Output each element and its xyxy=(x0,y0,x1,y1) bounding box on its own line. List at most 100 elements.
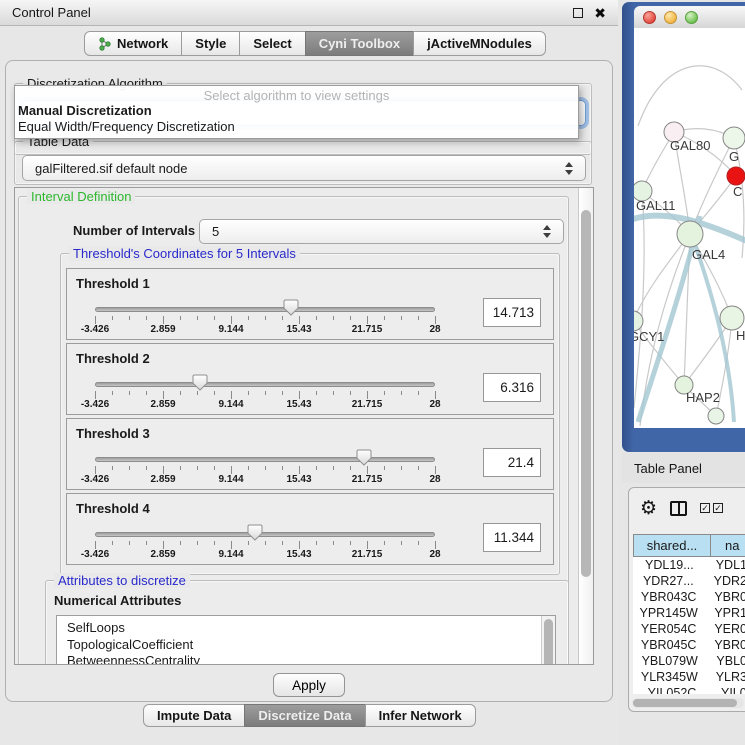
apply-button[interactable]: Apply xyxy=(273,673,345,697)
horizontal-scrollbar[interactable] xyxy=(632,698,744,708)
minimize-traffic-light-icon[interactable] xyxy=(664,11,677,24)
table-panel-window: ⚙ ✓ ✓ shared... na YDL19...YDL1YDR27...Y… xyxy=(628,487,745,712)
attribute-item[interactable]: SelfLoops xyxy=(67,620,555,637)
threshold-value-field[interactable]: 6.316 xyxy=(483,373,541,402)
slider-handle-icon[interactable] xyxy=(247,524,263,541)
table-row[interactable]: YDR27...YDR2 xyxy=(633,573,745,589)
network-node[interactable] xyxy=(720,306,744,330)
column-header-name[interactable]: na xyxy=(711,534,745,557)
table-row[interactable]: YDL19...YDL1 xyxy=(633,557,745,573)
threshold-value-field[interactable]: 14.713 xyxy=(483,298,541,327)
table-row[interactable]: YLR345WYLR3 xyxy=(633,669,745,685)
tick-mark xyxy=(146,541,147,545)
float-window-icon[interactable] xyxy=(573,8,583,18)
tab-jactivemnodules[interactable]: jActiveMNodules xyxy=(413,31,546,56)
threshold-value-field[interactable]: 11.344 xyxy=(483,523,541,552)
select-columns-icons[interactable]: ✓ ✓ xyxy=(700,503,723,513)
tick-mark xyxy=(265,316,266,320)
tick-mark xyxy=(282,541,283,545)
tick-label: -3.426 xyxy=(81,324,109,335)
tab-style[interactable]: Style xyxy=(181,31,240,56)
table-data-combobox[interactable]: galFiltered.sif default node xyxy=(22,155,586,181)
slider-ticks xyxy=(95,541,435,549)
zoom-traffic-light-icon[interactable] xyxy=(685,11,698,24)
table-row[interactable]: YBR043CYBR0 xyxy=(633,589,745,605)
num-intervals-combobox[interactable]: 5 xyxy=(199,219,564,244)
dropdown-option-manual[interactable]: Manual Discretization xyxy=(15,103,578,119)
combo-value: galFiltered.sif default node xyxy=(35,161,187,176)
tick-label: 9.144 xyxy=(218,549,243,560)
tick-mark xyxy=(129,316,130,320)
network-node[interactable] xyxy=(723,127,745,149)
tick-mark xyxy=(316,316,317,320)
slider-track[interactable] xyxy=(95,532,435,537)
attributes-listbox[interactable]: SelfLoopsTopologicalCoefficientBetweenne… xyxy=(56,615,556,665)
checkbox-icon[interactable]: ✓ xyxy=(713,503,723,513)
tick-mark xyxy=(401,391,402,395)
slider-ticks xyxy=(95,391,435,399)
table-row[interactable]: YER054CYER0 xyxy=(633,621,745,637)
tick-mark xyxy=(248,466,249,470)
gear-icon[interactable]: ⚙ xyxy=(640,499,657,518)
slider-track[interactable] xyxy=(95,457,435,462)
node-label: GAL80 xyxy=(670,138,710,153)
threshold-slider-2[interactable]: -3.4262.8599.14415.4321.71528 xyxy=(95,344,435,416)
table-row[interactable]: YPR145WYPR1 xyxy=(633,605,745,621)
attribute-item[interactable]: TopologicalCoefficient xyxy=(67,637,555,654)
threshold-panel-1: Threshold 1 -3.4262.8599.14415.4321.7152… xyxy=(66,268,554,340)
tick-mark xyxy=(231,541,232,549)
tab-network[interactable]: Network xyxy=(84,31,182,56)
dropdown-option-equal-width[interactable]: Equal Width/Frequency Discretization xyxy=(15,119,578,135)
attribute-item[interactable]: BetweennessCentrality xyxy=(67,653,555,665)
tab-label: Cyni Toolbox xyxy=(319,36,400,51)
tab-select[interactable]: Select xyxy=(239,31,305,56)
vertical-scrollbar[interactable] xyxy=(578,188,593,664)
tick-mark xyxy=(350,466,351,470)
table-cell: YER054C xyxy=(633,622,704,636)
tab-impute-data[interactable]: Impute Data xyxy=(143,704,245,727)
tab-cyni-toolbox[interactable]: Cyni Toolbox xyxy=(305,31,414,56)
slider-handle-icon[interactable] xyxy=(283,299,299,316)
slider-handle-icon[interactable] xyxy=(356,449,372,466)
table-row[interactable]: YBL079WYBL0 xyxy=(633,653,745,669)
threshold-slider-1[interactable]: -3.4262.8599.14415.4321.71528 xyxy=(95,269,435,341)
group-title: Attributes to discretize xyxy=(54,573,190,588)
network-node[interactable] xyxy=(677,221,703,247)
tick-mark xyxy=(214,466,215,470)
scrollbar-thumb[interactable] xyxy=(581,210,591,577)
threshold-panel-3: Threshold 3 -3.4262.8599.14415.4321.7152… xyxy=(66,418,554,490)
table-panel-title: Table Panel xyxy=(634,461,702,476)
slider-track[interactable] xyxy=(95,382,435,387)
tick-mark xyxy=(180,391,181,395)
checkbox-icon[interactable]: ✓ xyxy=(700,503,710,513)
tick-mark xyxy=(333,391,334,395)
scrollbar-thumb[interactable] xyxy=(633,699,737,707)
tick-mark xyxy=(95,391,96,399)
list-scrollbar[interactable] xyxy=(541,616,555,665)
tab-discretize-data[interactable]: Discretize Data xyxy=(244,704,365,727)
column-header-shared-name[interactable]: shared... xyxy=(633,534,711,557)
tab-label: Discretize Data xyxy=(258,708,351,723)
group-title: Threshold's Coordinates for 5 Intervals xyxy=(69,246,300,261)
combo-stepper-icon xyxy=(543,225,551,238)
tick-mark xyxy=(418,466,419,470)
network-node[interactable] xyxy=(708,408,724,424)
threshold-slider-4[interactable]: -3.4262.8599.14415.4321.71528 xyxy=(95,494,435,566)
split-columns-icon[interactable] xyxy=(670,501,687,516)
close-traffic-light-icon[interactable] xyxy=(643,11,656,24)
table-row[interactable]: YBR045CYBR0 xyxy=(633,637,745,653)
node-label: GAL11 xyxy=(636,198,676,213)
tick-mark xyxy=(197,316,198,320)
threshold-slider-3[interactable]: -3.4262.8599.14415.4321.71528 xyxy=(95,419,435,491)
close-icon[interactable]: ✖ xyxy=(594,6,606,20)
slider-handle-icon[interactable] xyxy=(192,374,208,391)
table-body[interactable]: YDL19...YDL1YDR27...YDR2YBR043CYBR0YPR14… xyxy=(633,557,745,694)
tab-label: Network xyxy=(117,36,168,51)
network-canvas[interactable]: GAL80GCGAL11GAL4GCY1HHAP2 xyxy=(634,28,745,428)
table-cell: YIL052C xyxy=(633,686,711,694)
network-node-highlighted[interactable] xyxy=(727,167,745,185)
threshold-value-field[interactable]: 21.4 xyxy=(483,448,541,477)
tab-infer-network[interactable]: Infer Network xyxy=(365,704,476,727)
slider-track[interactable] xyxy=(95,307,435,312)
table-row[interactable]: YIL052CYIL0 xyxy=(633,685,745,694)
